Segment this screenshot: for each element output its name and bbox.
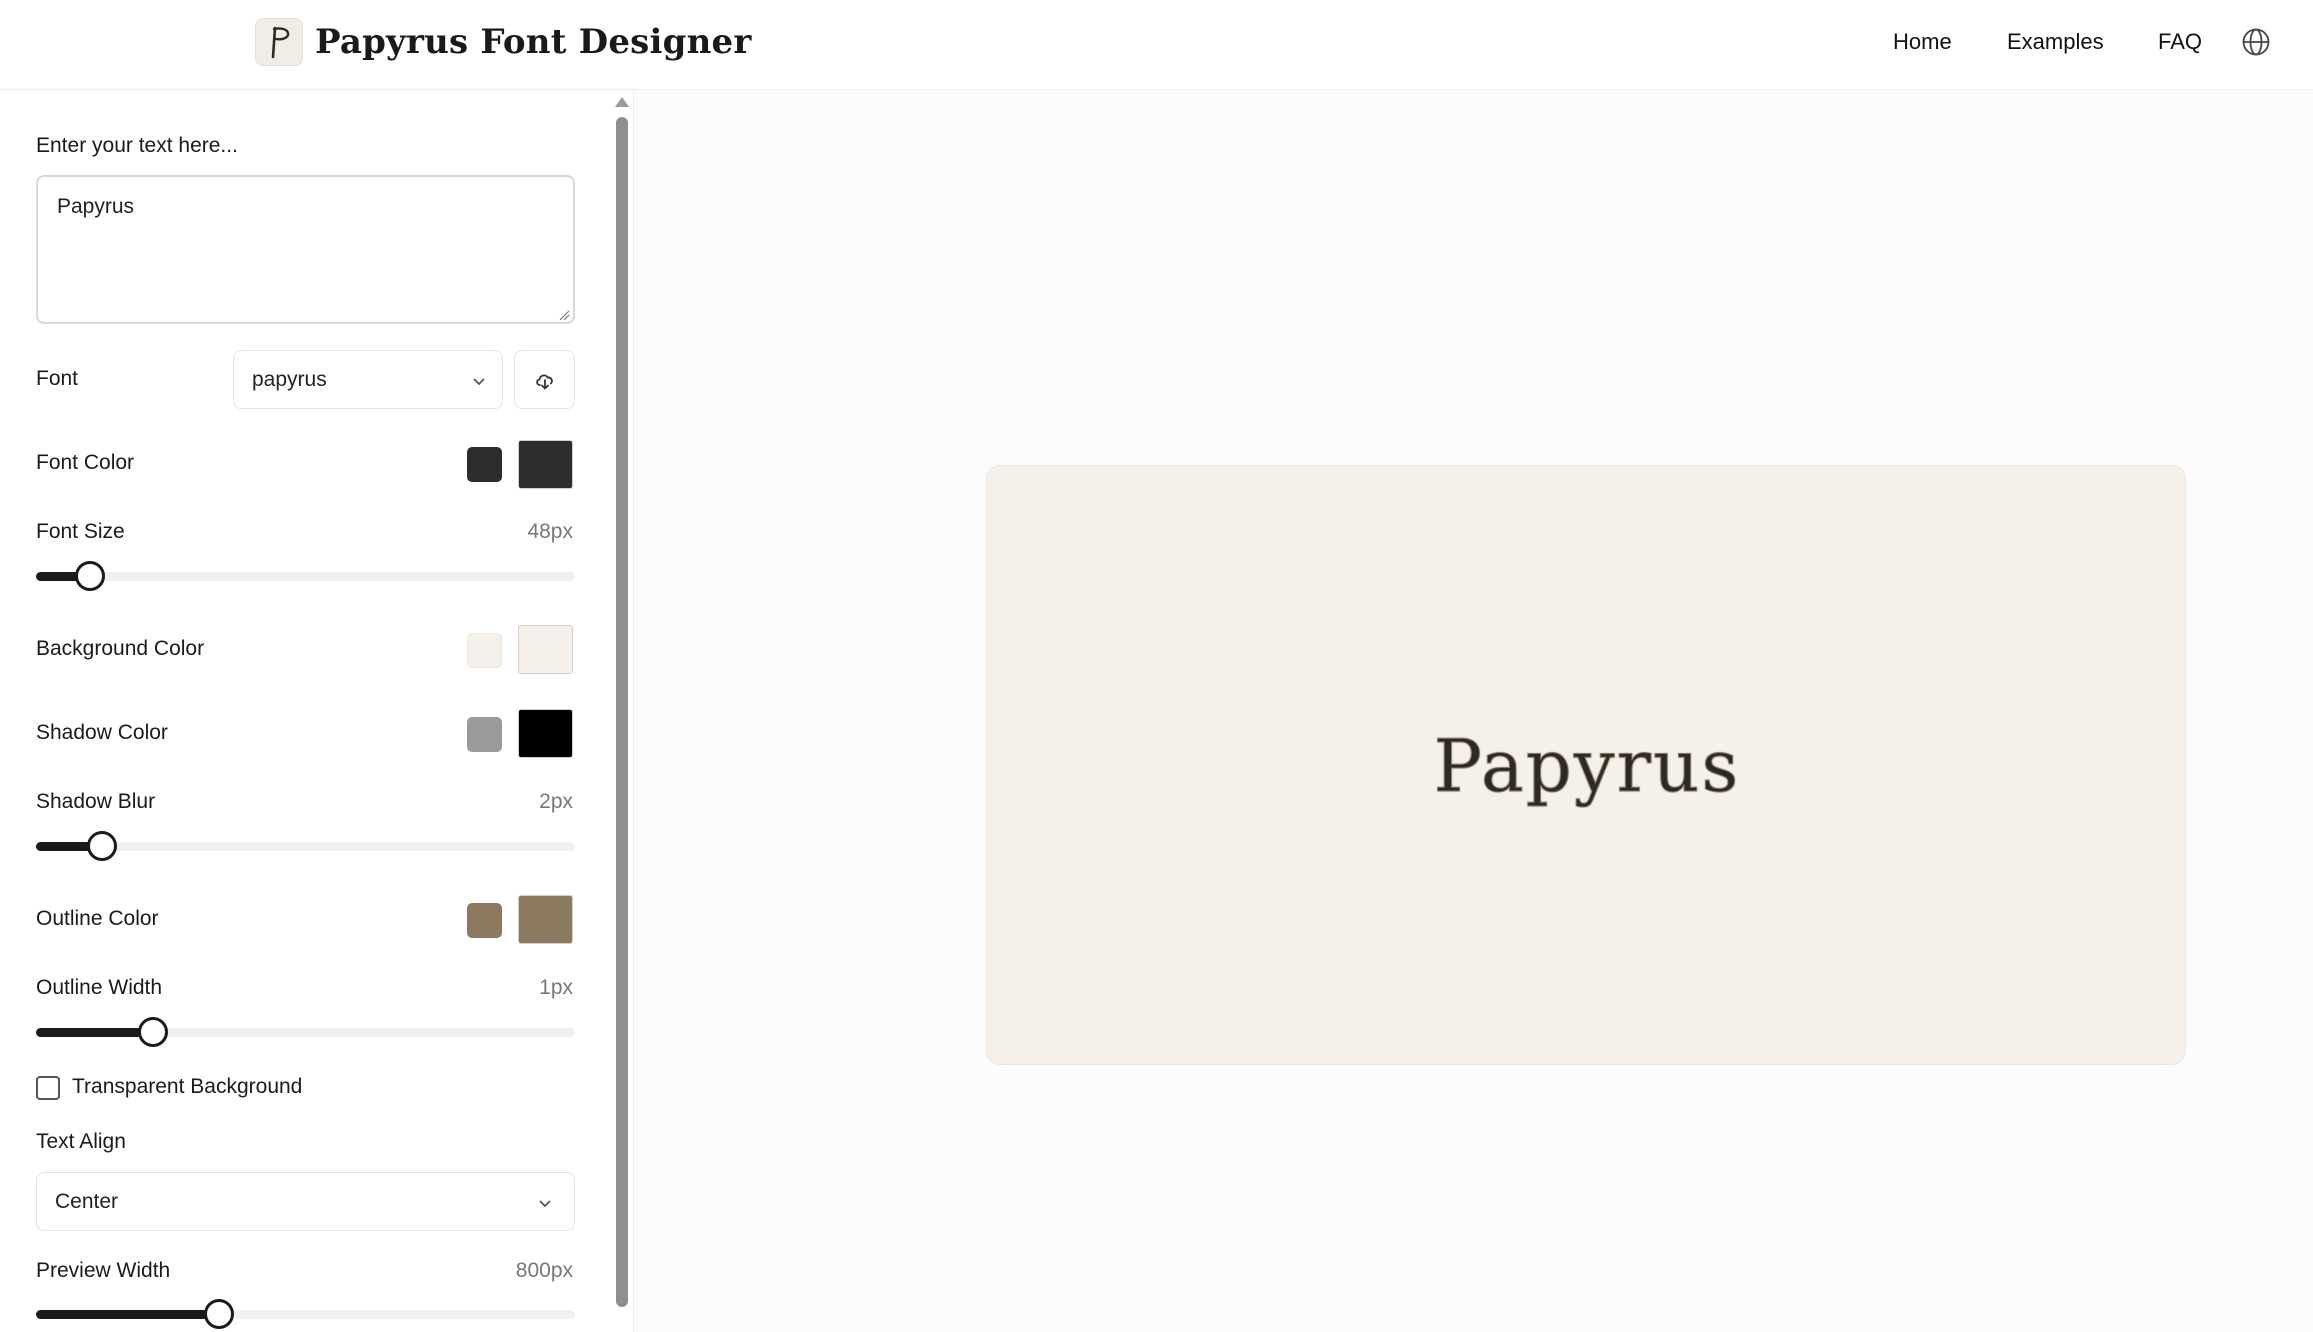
download-font-button[interactable] (514, 350, 575, 409)
chevron-down-icon (473, 378, 485, 386)
outline-color-picker[interactable] (518, 895, 573, 944)
settings-sidebar: Enter your text here... Font papyrus Fon… (0, 91, 634, 1332)
text-input-label: Enter your text here... (36, 134, 238, 157)
preview-width-slider[interactable] (36, 1296, 575, 1332)
font-color-label: Font Color (36, 451, 135, 474)
slider-fill (36, 1028, 153, 1037)
slider-track (36, 572, 575, 581)
scroll-up-arrow-icon[interactable] (615, 97, 629, 107)
cloud-download-icon (536, 374, 553, 390)
font-size-slider[interactable] (36, 558, 575, 594)
slider-fill (36, 1310, 219, 1319)
globe-icon[interactable] (2240, 26, 2272, 58)
text-align-value: Center (55, 1190, 119, 1213)
preview-area: Papyrus (635, 91, 2313, 1332)
nav-faq-link[interactable]: FAQ (2158, 24, 2202, 60)
sidebar-scroll-thumb[interactable] (616, 117, 628, 1307)
shadow-blur-slider[interactable] (36, 828, 575, 864)
font-select-value: papyrus (252, 368, 327, 391)
text-align-label: Text Align (36, 1130, 126, 1153)
top-header: Papyrus Font Designer Home Examples FAQ (0, 0, 2313, 90)
shadow-color-swatch[interactable] (467, 717, 502, 752)
preview-canvas: Papyrus (986, 465, 2186, 1065)
outline-color-label: Outline Color (36, 907, 159, 930)
outline-width-label: Outline Width (36, 976, 163, 999)
slider-thumb[interactable] (204, 1299, 234, 1329)
nav-home-link[interactable]: Home (1893, 24, 1952, 60)
papyrus-p-logo-icon[interactable] (255, 18, 303, 66)
nav-examples-link[interactable]: Examples (2007, 24, 2104, 60)
shadow-blur-value: 2px (539, 790, 573, 813)
background-color-swatch[interactable] (467, 633, 502, 668)
outline-color-swatch[interactable] (467, 903, 502, 938)
transparent-background-checkbox[interactable] (36, 1076, 60, 1100)
preview-text: Papyrus (1433, 724, 1741, 809)
slider-thumb[interactable] (75, 561, 105, 591)
background-color-label: Background Color (36, 637, 205, 660)
outline-width-slider[interactable] (36, 1014, 575, 1050)
font-size-label: Font Size (36, 520, 125, 543)
text-input[interactable] (36, 175, 575, 324)
font-size-value: 48px (527, 520, 573, 543)
resize-grip-icon[interactable] (558, 308, 570, 321)
brand-title[interactable]: Papyrus Font Designer (315, 16, 751, 68)
background-color-picker[interactable] (518, 625, 573, 674)
chevron-down-icon (539, 1200, 551, 1208)
preview-width-value: 800px (515, 1259, 573, 1282)
shadow-color-label: Shadow Color (36, 721, 168, 744)
shadow-blur-label: Shadow Blur (36, 790, 156, 813)
font-color-picker[interactable] (518, 440, 573, 489)
text-align-select[interactable]: Center (36, 1172, 575, 1231)
outline-width-value: 1px (539, 976, 573, 999)
slider-thumb[interactable] (87, 831, 117, 861)
shadow-color-picker[interactable] (518, 709, 573, 758)
font-color-swatch[interactable] (467, 447, 502, 482)
font-label: Font (36, 367, 79, 390)
transparent-background-label[interactable]: Transparent Background (72, 1072, 302, 1102)
preview-width-label: Preview Width (36, 1259, 171, 1282)
slider-thumb[interactable] (138, 1017, 168, 1047)
font-select[interactable]: papyrus (233, 350, 503, 409)
